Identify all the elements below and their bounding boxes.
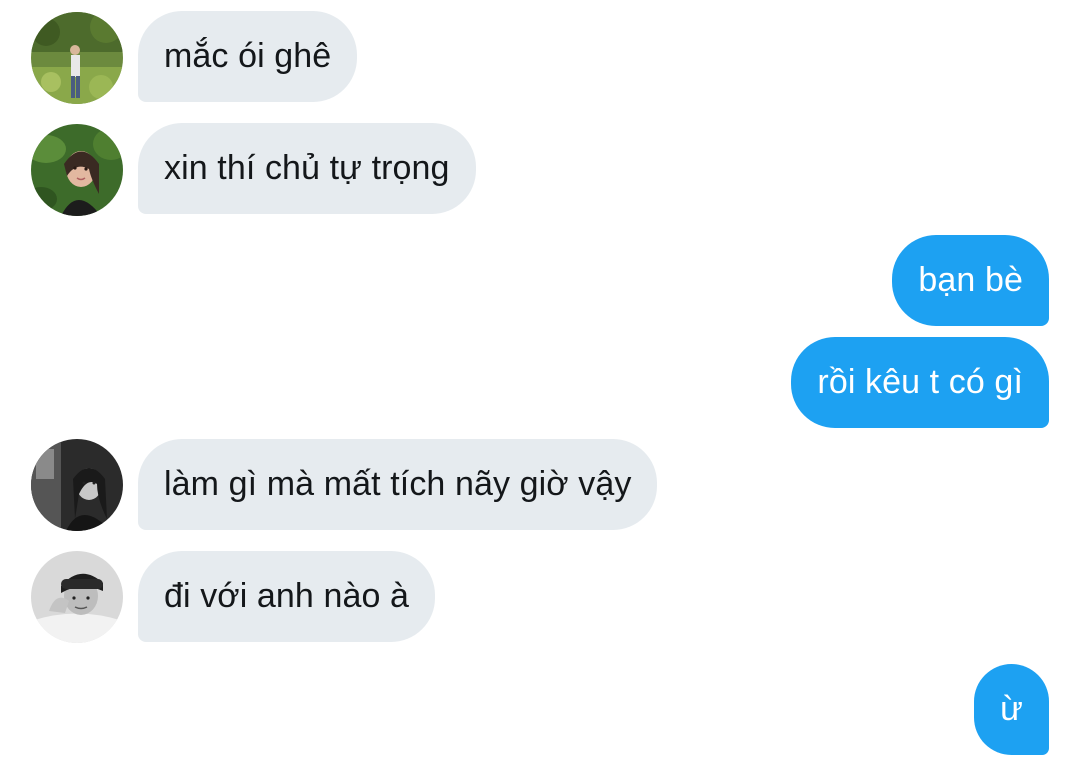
avatar-man-monochrome-image	[31, 551, 123, 643]
avatar-woman-leaves-image	[31, 124, 123, 216]
avatar-woman-monochrome-image	[31, 439, 123, 531]
message-bubble-outgoing[interactable]: ừ	[974, 664, 1049, 755]
chat-thread: mắc ói ghê xin thí chủ tự trọng bạn bè r…	[0, 0, 1080, 757]
sender-avatar[interactable]	[31, 551, 123, 643]
message-bubble-incoming[interactable]: đi với anh nào à	[138, 551, 436, 642]
message-bubble-incoming[interactable]: xin thí chủ tự trọng	[138, 123, 476, 214]
message-bubble-outgoing[interactable]: rồi kêu t có gì	[791, 337, 1049, 428]
avatar-outdoor-garden-image	[31, 12, 123, 104]
sender-avatar[interactable]	[31, 12, 123, 104]
message-bubble-incoming[interactable]: mắc ói ghê	[138, 11, 358, 102]
sender-avatar[interactable]	[31, 124, 123, 216]
message-bubble-incoming[interactable]: làm gì mà mất tích nãy giờ vậy	[138, 439, 658, 530]
message-bubble-outgoing[interactable]: bạn bè	[892, 235, 1049, 326]
sender-avatar[interactable]	[31, 439, 123, 531]
